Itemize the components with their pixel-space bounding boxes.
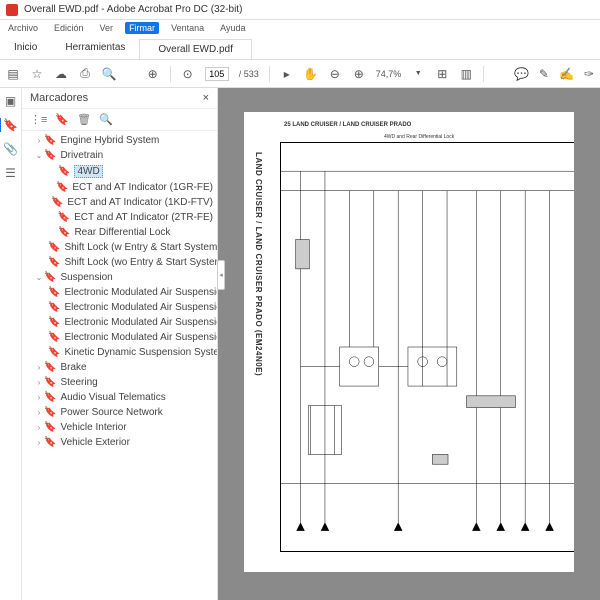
tab-inicio[interactable]: Inicio xyxy=(0,42,51,53)
zoom-value[interactable]: 74,7% xyxy=(376,69,402,79)
tab-herramientas[interactable]: Herramientas xyxy=(51,42,139,53)
search-icon[interactable]: 🔍 xyxy=(102,67,116,81)
zoom-out-icon[interactable]: ⊖ xyxy=(328,67,342,81)
star-icon[interactable]: ☆ xyxy=(30,67,44,81)
titlebar: Overall EWD.pdf - Adobe Acrobat Pro DC (… xyxy=(0,0,600,20)
close-icon[interactable]: × xyxy=(203,92,209,104)
page-top-title: 25 LAND CRUISER / LAND CRUISER PRADO xyxy=(284,122,411,128)
layers-icon[interactable]: ☰ xyxy=(5,166,16,180)
node-engine[interactable]: ›🔖Engine Hybrid System xyxy=(22,133,217,148)
bookmarks-panel: Marcadores × ⋮≡ 🔖 🗑 🔍 ›🔖Engine Hybrid Sy… xyxy=(22,88,218,600)
bookmarks-icon[interactable]: 🔖 xyxy=(0,118,18,132)
page-down-icon[interactable]: ⊙ xyxy=(181,67,195,81)
node-kdss[interactable]: 🔖Kinetic Dynamic Suspension System xyxy=(22,345,217,360)
pdf-page: LAND CRUISER / LAND CRUISER PRADO (EM24N… xyxy=(244,112,574,572)
chevron-down-icon[interactable]: ▼ xyxy=(411,67,425,81)
node-emas1[interactable]: 🔖Electronic Modulated Air Suspension ( xyxy=(22,285,217,300)
print-icon[interactable]: ⎙ xyxy=(78,67,92,81)
bookmark-tree: ›🔖Engine Hybrid System ⌄🔖Drivetrain 🔖4WD… xyxy=(22,131,217,600)
zoom-in-icon[interactable]: ⊕ xyxy=(352,67,366,81)
window-title: Overall EWD.pdf - Adobe Acrobat Pro DC (… xyxy=(24,4,242,15)
main: ▣ 🔖 📎 ☰ Marcadores × ⋮≡ 🔖 🗑 🔍 ›🔖Engine H… xyxy=(0,88,600,600)
page-side-title: LAND CRUISER / LAND CRUISER PRADO (EM24N… xyxy=(254,152,263,376)
side-rail: ▣ 🔖 📎 ☰ xyxy=(0,88,22,600)
page-up-icon[interactable]: ⊕ xyxy=(146,67,160,81)
node-ect2[interactable]: 🔖ECT and AT Indicator (1KD-FTV) xyxy=(22,195,217,210)
highlight-icon[interactable]: ✎ xyxy=(539,67,549,81)
pointer-icon[interactable]: ▸ xyxy=(280,67,294,81)
node-emas4[interactable]: 🔖Electronic Modulated Air Suspension ( xyxy=(22,330,217,345)
menu-firmar[interactable]: Firmar xyxy=(125,22,159,34)
page-number-input[interactable] xyxy=(205,67,229,81)
thumbnails-icon[interactable]: ▣ xyxy=(5,94,16,108)
menu-ventana[interactable]: Ventana xyxy=(167,22,208,34)
node-psn[interactable]: ›🔖Power Source Network xyxy=(22,405,217,420)
stamp-icon[interactable]: ✑ xyxy=(584,67,594,81)
options-icon[interactable]: ⋮≡ xyxy=(30,113,47,126)
collapse-handle[interactable]: ◂ xyxy=(217,260,225,290)
node-sl1[interactable]: 🔖Shift Lock (w Entry & Start System) xyxy=(22,240,217,255)
tabbar: Inicio Herramientas Overall EWD.pdf xyxy=(0,36,600,60)
pdf-icon xyxy=(6,4,18,16)
document-viewport[interactable]: LAND CRUISER / LAND CRUISER PRADO (EM24N… xyxy=(218,88,600,600)
node-ect3[interactable]: 🔖ECT and AT Indicator (2TR-FE) xyxy=(22,210,217,225)
node-drivetrain[interactable]: ⌄🔖Drivetrain xyxy=(22,148,217,163)
node-steering[interactable]: ›🔖Steering xyxy=(22,375,217,390)
node-vext[interactable]: ›🔖Vehicle Exterior xyxy=(22,435,217,450)
menu-ayuda[interactable]: Ayuda xyxy=(216,22,249,34)
node-ect1[interactable]: 🔖ECT and AT Indicator (1GR-FE) xyxy=(22,180,217,195)
node-4wd[interactable]: 🔖4WD xyxy=(22,163,217,180)
fit-icon[interactable]: ⊞ xyxy=(435,67,449,81)
node-brake[interactable]: ›🔖Brake xyxy=(22,360,217,375)
node-sl2[interactable]: 🔖Shift Lock (wo Entry & Start System) xyxy=(22,255,217,270)
node-emas3[interactable]: 🔖Electronic Modulated Air Suspension ( xyxy=(22,315,217,330)
page-total: / 533 xyxy=(239,69,259,79)
delete-icon[interactable]: 🗑 xyxy=(77,113,91,126)
find-icon[interactable]: 🔍 xyxy=(99,113,113,126)
page-subtitle: 4WD and Rear Differential Lock xyxy=(384,134,454,140)
new-bookmark-icon[interactable]: 🔖 xyxy=(55,113,69,126)
panel-tools: ⋮≡ 🔖 🗑 🔍 xyxy=(22,109,217,131)
panel-header: Marcadores × xyxy=(22,88,217,109)
menu-archivo[interactable]: Archivo xyxy=(4,22,42,34)
comment-icon[interactable]: 💬 xyxy=(514,67,529,81)
menu-ver[interactable]: Ver xyxy=(96,22,118,34)
panel-title: Marcadores xyxy=(30,92,88,104)
sign-icon[interactable]: ✍ xyxy=(559,67,574,81)
node-emas2[interactable]: 🔖Electronic Modulated Air Suspension ( xyxy=(22,300,217,315)
node-suspension[interactable]: ⌄🔖Suspension xyxy=(22,270,217,285)
node-vint[interactable]: ›🔖Vehicle Interior xyxy=(22,420,217,435)
menubar: Archivo Edición Ver Firmar Ventana Ayuda xyxy=(0,20,600,36)
sidebar-toggle-icon[interactable]: ▤ xyxy=(6,67,20,81)
toolbar: ▤ ☆ ☁ ⎙ 🔍 ⊕ ⊙ / 533 ▸ ✋ ⊖ ⊕ 74,7% ▼ ⊞ ▥ … xyxy=(0,60,600,88)
node-avt[interactable]: ›🔖Audio Visual Telematics xyxy=(22,390,217,405)
menu-edicion[interactable]: Edición xyxy=(50,22,88,34)
tab-document[interactable]: Overall EWD.pdf xyxy=(139,39,251,59)
attachments-icon[interactable]: 📎 xyxy=(3,142,18,156)
wiring-diagram xyxy=(280,142,574,552)
cloud-icon[interactable]: ☁ xyxy=(54,67,68,81)
node-rdl[interactable]: 🔖Rear Differential Lock xyxy=(22,225,217,240)
hand-icon[interactable]: ✋ xyxy=(304,67,318,81)
layout-icon[interactable]: ▥ xyxy=(459,67,473,81)
